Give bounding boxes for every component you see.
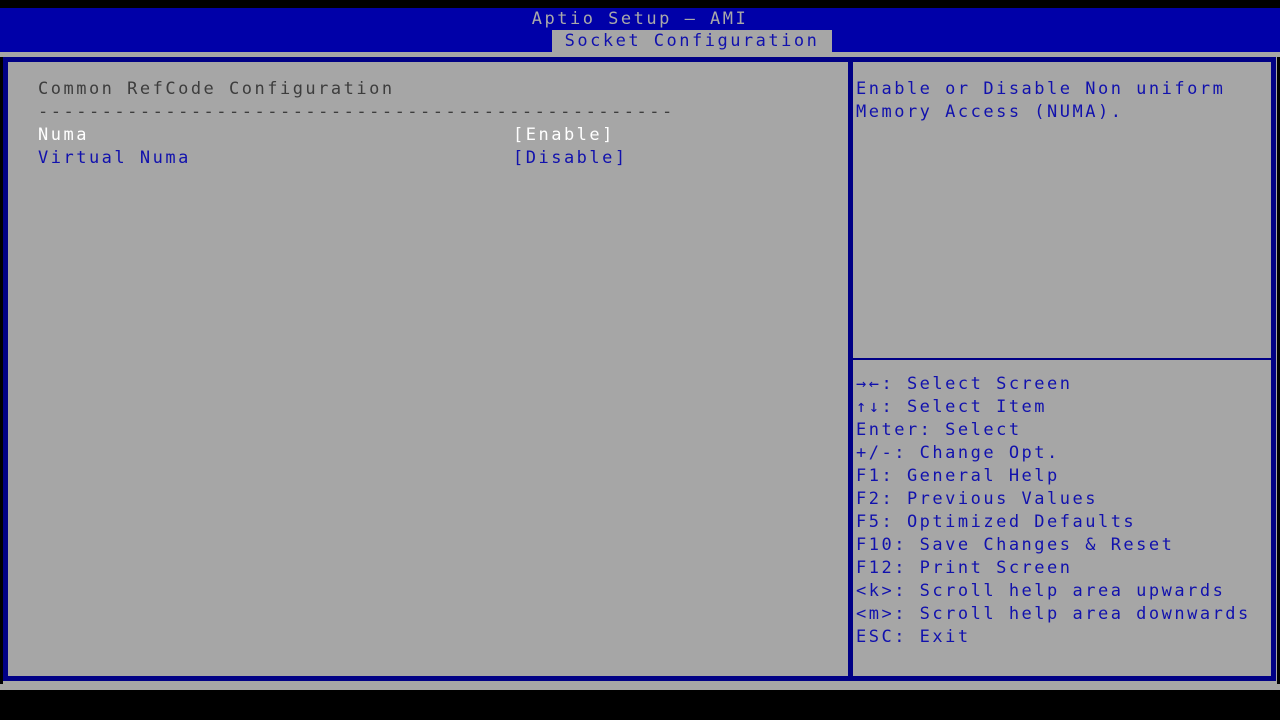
settings-panel: Common RefCode Configuration -----------… bbox=[8, 62, 848, 676]
key-hint-f1: F1: General Help bbox=[856, 466, 1060, 486]
app-title: Aptio Setup – AMI bbox=[531, 9, 749, 29]
menu-item-numa[interactable]: Numa [Enable] bbox=[38, 124, 848, 147]
menu-item-virtual-numa[interactable]: Virtual Numa [Disable] bbox=[38, 147, 848, 170]
key-hint-enter: Enter: Select bbox=[856, 420, 1022, 440]
header-bar: Aptio Setup – AMI Socket Configuration bbox=[0, 8, 1280, 52]
menu-item-value: [Enable] bbox=[513, 125, 615, 145]
key-hint-esc: ESC: Exit bbox=[856, 627, 971, 647]
main-area: Common RefCode Configuration -----------… bbox=[0, 52, 1280, 690]
help-description: Enable or Disable Non uniform Memory Acc… bbox=[853, 62, 1271, 124]
help-description-line: Enable or Disable Non uniform bbox=[856, 79, 1226, 99]
key-hint-change-opt: +/-: Change Opt. bbox=[856, 443, 1060, 463]
key-hint-f10: F10: Save Changes & Reset bbox=[856, 535, 1175, 555]
section-title: Common RefCode Configuration bbox=[38, 79, 395, 99]
section-separator: ----------------------------------------… bbox=[38, 102, 675, 122]
tab-socket-configuration[interactable]: Socket Configuration bbox=[552, 30, 832, 52]
key-hint-scroll-up: <k>: Scroll help area upwards bbox=[856, 581, 1226, 601]
key-hint-f12: F12: Print Screen bbox=[856, 558, 1073, 578]
help-description-line: Memory Access (NUMA). bbox=[856, 102, 1124, 122]
key-legend: →←: Select Screen ↑↓: Select Item Enter:… bbox=[856, 373, 1251, 649]
key-hint-f2: F2: Previous Values bbox=[856, 489, 1098, 509]
key-hint-f5: F5: Optimized Defaults bbox=[856, 512, 1137, 532]
menu-item-label: Numa bbox=[38, 125, 89, 145]
panel-frame: Common RefCode Configuration -----------… bbox=[3, 57, 1276, 681]
menu-item-value: [Disable] bbox=[513, 148, 628, 168]
help-panel: Enable or Disable Non uniform Memory Acc… bbox=[853, 62, 1271, 676]
key-hint-scroll-down: <m>: Scroll help area downwards bbox=[856, 604, 1251, 624]
bios-screen: { "window": { "title": "Aptio Setup – AM… bbox=[0, 0, 1280, 720]
key-hint-select-item: ↑↓: Select Item bbox=[856, 397, 1048, 417]
help-divider bbox=[853, 358, 1271, 360]
menu-item-label: Virtual Numa bbox=[38, 148, 191, 168]
key-hint-select-screen: →←: Select Screen bbox=[856, 374, 1073, 394]
